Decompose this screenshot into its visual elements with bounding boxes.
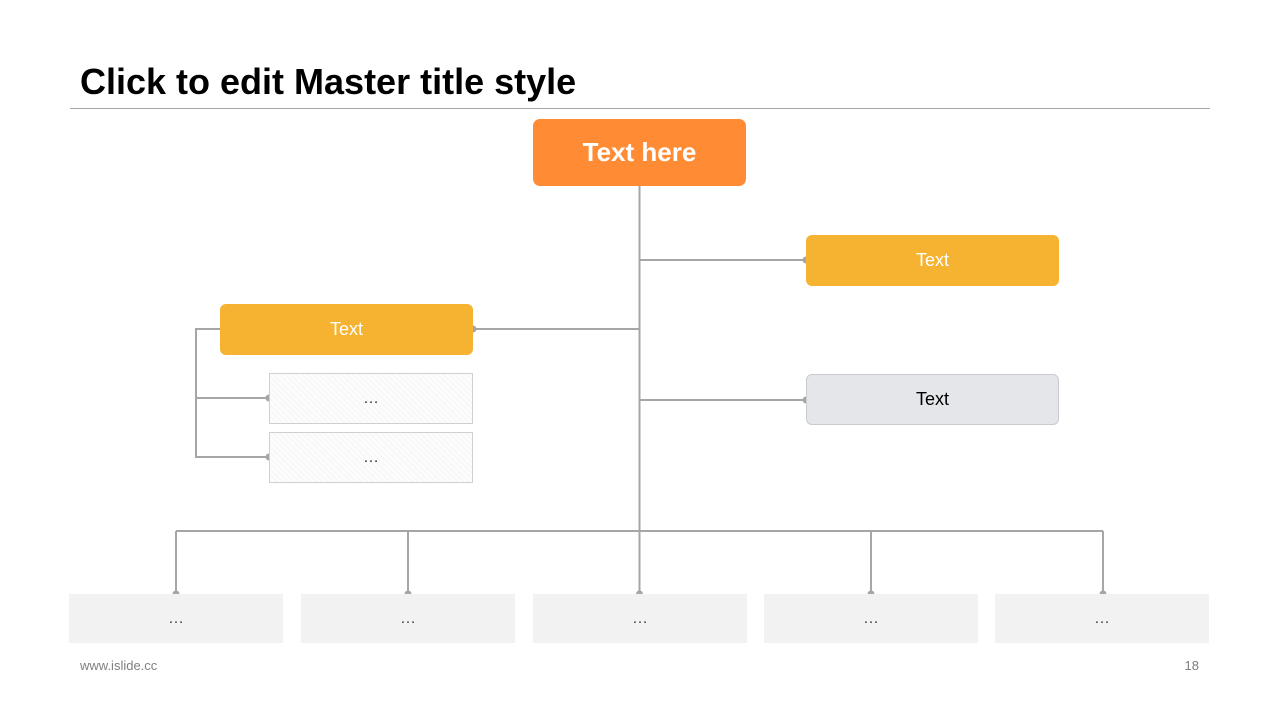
bottom-node-2[interactable]: …	[301, 594, 515, 643]
bottom-node-5[interactable]: …	[995, 594, 1209, 643]
bottom-node-1[interactable]: …	[69, 594, 283, 643]
right-branch-node-2[interactable]: Text	[806, 374, 1059, 425]
left-sub-node-1[interactable]: …	[269, 373, 473, 424]
right-branch-node-1[interactable]: Text	[806, 235, 1059, 286]
left-sub-node-2[interactable]: …	[269, 432, 473, 483]
root-node[interactable]: Text here	[533, 119, 746, 186]
footer-url: www.islide.cc	[80, 658, 158, 673]
bottom-node-4[interactable]: …	[764, 594, 978, 643]
page-number: 18	[1184, 658, 1199, 673]
bottom-node-3[interactable]: …	[533, 594, 747, 643]
left-branch-node[interactable]: Text	[220, 304, 473, 355]
